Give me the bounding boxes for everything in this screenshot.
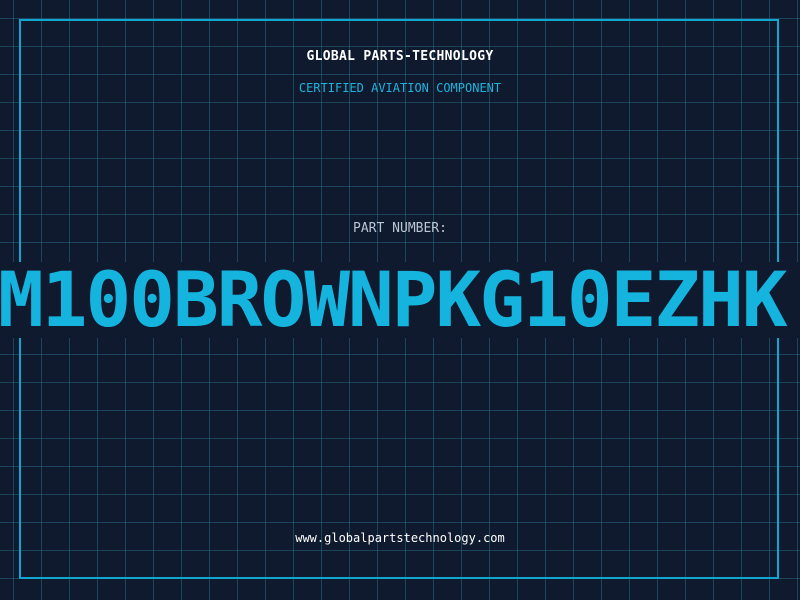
part-number-value: M100BROWNPKG10EZHK — [0, 255, 788, 344]
website-url: www.globalpartstechnology.com — [295, 531, 505, 545]
certificate-card: GLOBAL PARTS-TECHNOLOGY CERTIFIED AVIATI… — [0, 0, 800, 600]
certification-subtitle: CERTIFIED AVIATION COMPONENT — [298, 81, 502, 95]
company-name: GLOBAL PARTS-TECHNOLOGY — [306, 49, 494, 64]
part-number-label: PART NUMBER: — [353, 221, 447, 236]
